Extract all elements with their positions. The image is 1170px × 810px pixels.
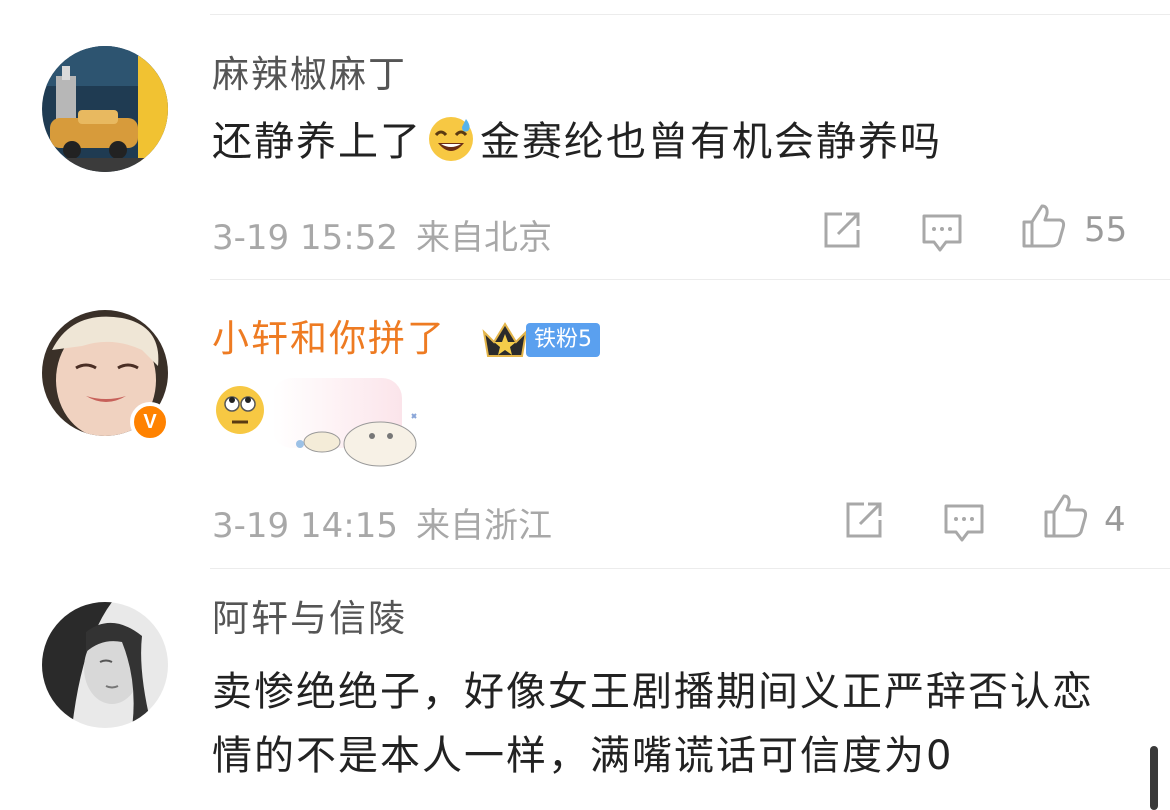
divider bbox=[210, 279, 1170, 280]
like-count: 4 bbox=[1104, 500, 1126, 540]
comment-text-part: 金赛纶也曾有机会静养吗 bbox=[480, 119, 942, 165]
fan-level-badge: 铁粉5 bbox=[526, 323, 600, 357]
fan-badge-group[interactable]: 铁粉5 bbox=[480, 318, 600, 362]
location: 来自浙江 bbox=[415, 506, 552, 546]
username[interactable]: 麻辣椒麻丁 bbox=[212, 52, 407, 98]
username[interactable]: 小轩和你拼了 bbox=[212, 316, 446, 362]
comment-icon[interactable] bbox=[918, 208, 966, 256]
comment-meta: 3-19 14:15 来自浙江 bbox=[212, 498, 552, 547]
timestamp: 3-19 15:52 bbox=[212, 218, 398, 258]
like-count: 55 bbox=[1084, 210, 1128, 250]
crown-icon bbox=[482, 322, 528, 357]
timestamp: 3-19 14:15 bbox=[212, 506, 398, 546]
sweat-smile-emoji bbox=[429, 117, 473, 161]
comment-item: 阿轩与信陵 卖惨绝绝子，好像女王剧播期间义正严辞否认恋情的不是本人一样，满嘴谎话… bbox=[0, 590, 1170, 810]
comment-text: 卖惨绝绝子，好像女王剧播期间义正严辞否认恋情的不是本人一样，满嘴谎话可信度为0 bbox=[212, 669, 1094, 779]
share-icon[interactable] bbox=[840, 496, 888, 544]
top-divider bbox=[210, 14, 1170, 15]
verified-badge: V bbox=[130, 402, 170, 442]
comment-meta: 3-19 15:52 来自北京 bbox=[212, 210, 552, 259]
username[interactable]: 阿轩与信陵 bbox=[212, 596, 407, 642]
eye-roll-emoji bbox=[216, 378, 417, 467]
like-icon[interactable] bbox=[1018, 200, 1070, 252]
scrollbar[interactable] bbox=[1150, 746, 1158, 810]
share-icon[interactable] bbox=[818, 206, 866, 254]
avatar[interactable] bbox=[42, 46, 168, 172]
comment-icon[interactable] bbox=[940, 498, 988, 546]
comment-item: V 小轩和你拼了 铁粉5 3-19 14:15 来自浙江 4 bbox=[0, 300, 1170, 568]
avatar[interactable] bbox=[42, 602, 168, 728]
comment-text: 还静养上了 金赛纶也曾有机会静养吗 bbox=[212, 110, 1130, 174]
divider bbox=[210, 568, 1170, 569]
comment-text-part: 还静养上了 bbox=[212, 119, 422, 165]
like-icon[interactable] bbox=[1040, 490, 1092, 542]
comment-item: 麻辣椒麻丁 还静养上了 金赛纶也曾有机会静养吗 3-19 15:52 来自北京 5… bbox=[0, 30, 1170, 280]
location: 来自北京 bbox=[415, 218, 552, 258]
